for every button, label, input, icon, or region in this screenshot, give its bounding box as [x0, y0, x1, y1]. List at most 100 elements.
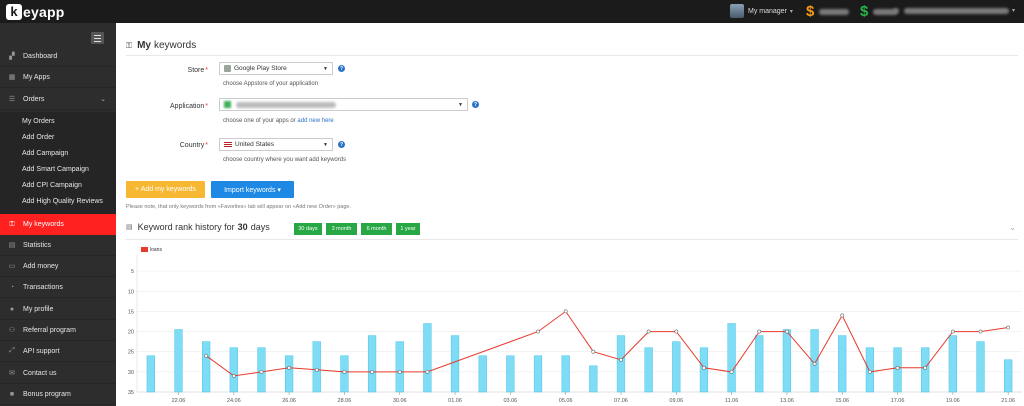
- line-point: [370, 369, 374, 374]
- submenu-add-cpi-campaign[interactable]: Add CPI Campaign: [0, 177, 116, 193]
- x-tick-label: 30.06: [393, 398, 407, 404]
- sidebar-item-contact-us[interactable]: ✉ Contact us: [0, 363, 116, 384]
- sidebar-item-add-money[interactable]: ▭ Add money: [0, 256, 116, 277]
- top-bar: k eyapp My manager ▾ $ $ ▾: [0, 0, 1024, 23]
- key-icon: ⚿: [9, 220, 15, 228]
- submenu-add-order[interactable]: Add Order: [0, 129, 116, 145]
- submenu-add-high-quality-reviews[interactable]: Add High Quality Reviews: [0, 193, 116, 209]
- bar: [395, 341, 404, 393]
- sidebar-item-label: Referral program: [23, 326, 76, 334]
- store-select-value: Google Play Store: [234, 65, 287, 72]
- add-keywords-button[interactable]: + Add my keywords: [126, 181, 205, 198]
- chevron-down-icon[interactable]: ⌄: [1009, 223, 1016, 232]
- submenu-add-smart-campaign[interactable]: Add Smart Campaign: [0, 161, 116, 177]
- chevron-down-icon: ▼: [458, 101, 463, 108]
- page-title-rest: keywords: [154, 40, 197, 51]
- sidebar-item-orders[interactable]: ☰ Orders ⌄: [0, 89, 116, 110]
- menu-toggle-icon[interactable]: [91, 32, 104, 44]
- y-tick-label: 20: [128, 330, 134, 336]
- sidebar-item-label: Orders: [23, 95, 45, 103]
- bar: [146, 355, 155, 393]
- line-point: [674, 329, 679, 334]
- sidebar-item-label: My Apps: [23, 73, 50, 81]
- store-label-text: Store: [187, 67, 205, 74]
- sidebar-item-label: Add money: [23, 262, 59, 270]
- line-point: [646, 329, 651, 334]
- sidebar-item-my-apps[interactable]: ▦ My Apps: [0, 67, 116, 88]
- range-6-month-button[interactable]: 6 month: [361, 223, 392, 235]
- sidebar-item-api-support[interactable]: ⤢ API support: [0, 341, 116, 362]
- bar: [257, 347, 266, 393]
- help-icon[interactable]: ?: [472, 101, 479, 108]
- x-tick-label: 11.06: [725, 398, 738, 404]
- application-hint: choose one of your apps or add new here: [223, 118, 334, 124]
- sidebar-item-my-profile[interactable]: ● My profile: [0, 299, 116, 320]
- sidebar-item-label: My profile: [23, 305, 54, 313]
- sidebar-item-dashboard[interactable]: ▞ Dashboard: [0, 46, 116, 67]
- logo[interactable]: k eyapp: [6, 3, 64, 20]
- referral-icon: ⚇: [8, 327, 16, 334]
- add-new-app-link[interactable]: add new here: [297, 118, 333, 124]
- balance-2[interactable]: $: [860, 3, 898, 20]
- submenu-add-campaign[interactable]: Add Campaign: [0, 145, 116, 161]
- bar: [782, 329, 792, 393]
- bar: [506, 355, 515, 393]
- bar: [672, 341, 681, 393]
- divider: [126, 239, 1018, 240]
- bar: [727, 323, 736, 393]
- x-tick-label: 05.06: [559, 398, 573, 404]
- range-30-days-button[interactable]: 30 days: [294, 223, 322, 235]
- line-point: [619, 357, 623, 362]
- y-tick-label: 35: [128, 390, 134, 396]
- sidebar-item-my-keywords[interactable]: ⚿ My keywords: [0, 214, 116, 235]
- application-select[interactable]: ▼: [219, 98, 468, 111]
- country-label-text: Country: [179, 142, 205, 149]
- x-tick-label: 07.06: [614, 398, 628, 404]
- range-1-year-button[interactable]: 1 year: [396, 223, 420, 235]
- x-tick-label: 19.06: [946, 398, 960, 404]
- application-value-hidden: [236, 101, 336, 108]
- key-icon: ⚿: [126, 40, 133, 50]
- help-icon[interactable]: ?: [338, 65, 345, 72]
- main-content: ⚿ My keywords Store* Google Play Store ▼…: [116, 23, 1024, 406]
- manager-avatar: [730, 4, 744, 18]
- bar: [976, 341, 985, 393]
- line-point: [397, 369, 402, 374]
- import-keywords-button[interactable]: Import keywords ▾: [211, 181, 294, 198]
- sidebar-item-label: Statistics: [23, 241, 52, 249]
- line-point: [1006, 325, 1011, 330]
- balance-1[interactable]: $: [806, 3, 850, 20]
- logo-text: eyapp: [23, 3, 65, 20]
- line-point: [314, 367, 319, 372]
- application-label: Application*: [170, 103, 208, 110]
- chevron-down-icon: ▾: [1012, 8, 1016, 14]
- bar: [561, 355, 570, 393]
- bar: [893, 347, 902, 393]
- store-select[interactable]: Google Play Store ▼: [219, 62, 333, 75]
- line-point: [425, 369, 430, 374]
- sidebar-item-statistics[interactable]: ▤ Statistics: [0, 235, 116, 256]
- transactions-icon: ◔: [9, 283, 15, 291]
- bar: [1004, 359, 1013, 393]
- user-menu[interactable]: ▾: [893, 7, 1015, 14]
- balance-value-hidden: [819, 8, 850, 15]
- sidebar-item-label: Contact us: [23, 369, 57, 377]
- line-point: [591, 349, 596, 354]
- help-icon[interactable]: ?: [338, 141, 345, 148]
- bar: [755, 335, 764, 393]
- range-3-month-button[interactable]: 3 month: [326, 223, 357, 235]
- orders-icon: ☰: [8, 96, 16, 103]
- line-point: [812, 361, 817, 366]
- user-icon: ●: [9, 305, 15, 313]
- manager-menu[interactable]: My manager ▾: [730, 4, 793, 18]
- android-icon: [224, 65, 231, 72]
- sidebar-item-label: Transactions: [23, 283, 63, 291]
- dollar-icon: $: [806, 3, 815, 20]
- sidebar-item-referral-program[interactable]: ⚇ Referral program: [0, 320, 116, 341]
- bar: [865, 347, 875, 393]
- country-select[interactable]: United States ▼: [219, 138, 333, 151]
- submenu-my-orders[interactable]: My Orders: [0, 113, 116, 129]
- bar: [644, 347, 653, 393]
- sidebar-item-bonus-program[interactable]: ■ Bonus program: [0, 384, 116, 405]
- sidebar-item-transactions[interactable]: ◔ Transactions: [0, 277, 116, 298]
